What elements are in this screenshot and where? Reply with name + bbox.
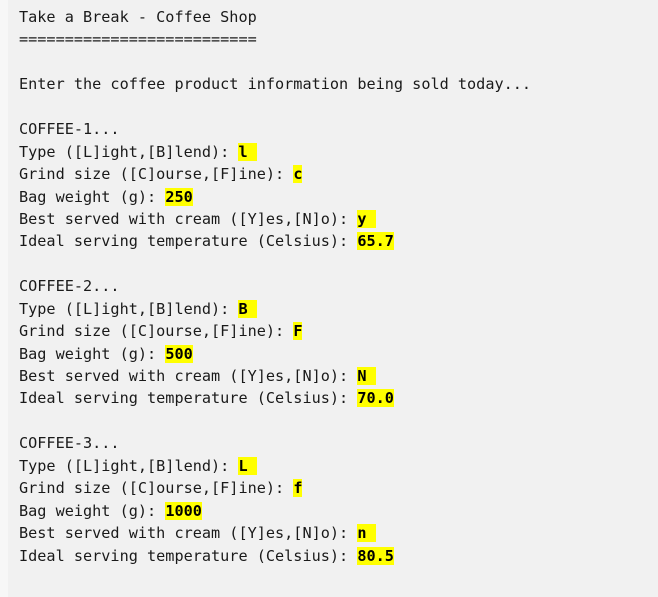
entry-field-weight: Bag weight (g): 1000 (19, 500, 658, 522)
field-label-type: Type ([L]ight,[B]lend): (19, 142, 239, 161)
entry-field-type: Type ([L]ight,[B]lend): B (19, 298, 658, 320)
field-value-temperature[interactable]: 65.7 (357, 232, 394, 251)
field-value-grind[interactable]: f (293, 479, 303, 498)
field-value-type[interactable]: L (238, 456, 257, 475)
field-label-cream: Best served with cream ([Y]es,[N]o): (19, 209, 358, 228)
entry-field-weight: Bag weight (g): 250 (19, 186, 658, 208)
field-value-type[interactable]: l (238, 142, 257, 161)
field-value-cream[interactable]: n (357, 524, 376, 543)
field-label-grind: Grind size ([C]ourse,[F]ine): (19, 165, 294, 184)
field-value-grind[interactable]: c (293, 165, 303, 184)
field-label-weight: Bag weight (g): (19, 501, 166, 520)
entry-field-temperature: Ideal serving temperature (Celsius): 80.… (19, 545, 658, 567)
field-label-grind: Grind size ([C]ourse,[F]ine): (19, 322, 294, 341)
field-label-type: Type ([L]ight,[B]lend): (19, 456, 239, 475)
entry-heading: COFFEE-2... (19, 277, 120, 296)
field-label-temperature: Ideal serving temperature (Celsius): (19, 232, 358, 251)
field-label-type: Type ([L]ight,[B]lend): (19, 299, 239, 318)
entry-heading: COFFEE-3... (19, 434, 120, 453)
field-label-temperature: Ideal serving temperature (Celsius): (19, 546, 358, 565)
entry-field-type: Type ([L]ight,[B]lend): L (19, 455, 658, 477)
field-value-weight[interactable]: 250 (165, 187, 193, 206)
prompt-instruction: Enter the coffee product information bei… (19, 75, 532, 94)
field-value-cream[interactable]: y (357, 209, 376, 228)
field-value-temperature[interactable]: 70.0 (357, 389, 394, 408)
title-underline-rule: ========================== (19, 30, 257, 49)
field-value-grind[interactable]: F (293, 322, 303, 341)
field-label-temperature: Ideal serving temperature (Celsius): (19, 389, 358, 408)
field-value-temperature[interactable]: 80.5 (357, 546, 394, 565)
terminal-screen: Take a Break - Coffee Shop =============… (0, 0, 658, 597)
field-label-weight: Bag weight (g): (19, 344, 166, 363)
field-value-weight[interactable]: 500 (165, 344, 193, 363)
field-label-cream: Best served with cream ([Y]es,[N]o): (19, 524, 358, 543)
page-title: Take a Break - Coffee Shop (19, 8, 257, 26)
entry-field-cream: Best served with cream ([Y]es,[N]o): N (19, 365, 658, 387)
field-label-cream: Best served with cream ([Y]es,[N]o): (19, 367, 358, 385)
field-value-weight[interactable]: 1000 (165, 501, 202, 520)
entry-field-cream: Best served with cream ([Y]es,[N]o): n (19, 522, 658, 544)
entry-field-weight: Bag weight (g): 500 (19, 343, 658, 365)
entry-field-grind: Grind size ([C]ourse,[F]ine): c (19, 163, 658, 185)
field-label-grind: Grind size ([C]ourse,[F]ine): (19, 479, 294, 498)
entry-field-grind: Grind size ([C]ourse,[F]ine): F (19, 320, 658, 342)
field-value-cream[interactable]: N (357, 367, 376, 385)
entry-field-type: Type ([L]ight,[B]lend): l (19, 141, 658, 163)
entry-field-cream: Best served with cream ([Y]es,[N]o): y (19, 208, 658, 230)
entry-field-temperature: Ideal serving temperature (Celsius): 65.… (19, 230, 658, 252)
field-value-type[interactable]: B (238, 299, 257, 318)
entry-heading: COFFEE-1... (19, 120, 120, 139)
entry-field-grind: Grind size ([C]ourse,[F]ine): f (19, 477, 658, 499)
console-output: Take a Break - Coffee Shop =============… (0, 0, 658, 567)
entry-field-temperature: Ideal serving temperature (Celsius): 70.… (19, 387, 658, 409)
field-label-weight: Bag weight (g): (19, 187, 166, 206)
